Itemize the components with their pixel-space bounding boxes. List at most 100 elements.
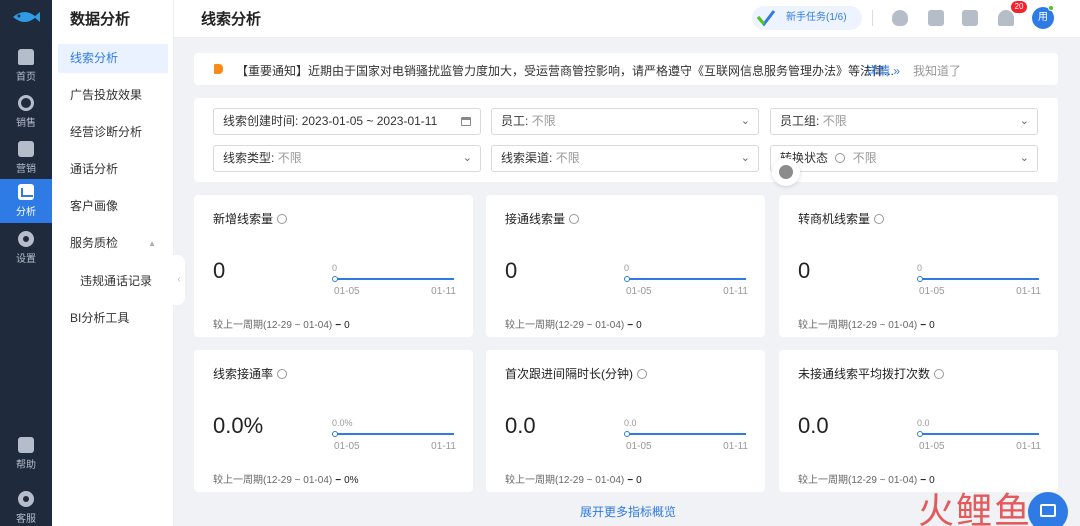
comparison-label: 较上一周期(12-29 ~ 01-04) [213, 320, 333, 331]
novice-task-button[interactable]: 新手任务(1/6) [752, 6, 862, 30]
metric-title-text: 首次跟进间隔时长(分钟) [505, 367, 633, 381]
metric-card: 转商机线索量 0 0 01-05 01-11 较上一周期(12-29 ~ 01-04) −0 [779, 195, 1058, 337]
sidebar-item-bi-tools[interactable]: BI分析工具 [58, 304, 168, 333]
sidebar-item-lead-analysis[interactable]: 线索分析 [58, 44, 168, 73]
sidebar-item-label: 广告投放效果 [70, 88, 143, 102]
calendar-icon [461, 117, 471, 126]
trend-x-start: 01-05 [626, 286, 652, 297]
metric-value: 0 [505, 258, 518, 283]
help-icon[interactable] [277, 369, 288, 379]
trend-x-start: 01-05 [334, 286, 360, 297]
filter-value: 不限 [852, 151, 877, 165]
trend-value-label: 0.0 [917, 418, 930, 428]
metric-value: 0.0 [798, 413, 829, 438]
metric-title: 首次跟进间隔时长(分钟) [505, 365, 647, 382]
online-status-dot [1048, 5, 1054, 11]
metric-title-text: 线索接通率 [213, 367, 274, 381]
comparison-label: 较上一周期(12-29 ~ 01-04) [505, 475, 625, 486]
filter-value: 不限 [555, 151, 580, 165]
rail-item-help[interactable]: 帮助 [0, 432, 52, 476]
comparison-value: 0% [344, 475, 359, 486]
sidebar-item-service-qa[interactable]: 服务质检 ▲ [58, 229, 168, 258]
conversion-status-filter[interactable]: 转换状态 不限 ⌄ [770, 145, 1038, 172]
metric-title-text: 接通线索量 [505, 212, 566, 226]
rail-item-home[interactable]: 首页 [0, 44, 52, 88]
expand-more-metrics-link[interactable]: 展开更多指标概览 [580, 503, 676, 520]
trend-x-start: 01-05 [626, 441, 652, 452]
trend-line [334, 278, 454, 280]
filter-value: 2023-01-05 ~ 2023-01-11 [301, 114, 438, 128]
sidebar-item-label: 线索分析 [70, 51, 119, 65]
sidebar-item-label: 违规通话记录 [80, 274, 153, 288]
metric-title: 线索接通率 [213, 365, 288, 382]
lead-type-filter[interactable]: 线索类型: 不限 ⌄ [213, 145, 481, 172]
notification-count-badge: 20 [1011, 1, 1027, 13]
chat-support-button[interactable] [1028, 492, 1068, 526]
chat-icon [1040, 504, 1056, 517]
comparison-label: 较上一周期(12-29 ~ 01-04) [505, 320, 625, 331]
trend-value-label: 0 [332, 263, 338, 273]
help-icon[interactable] [934, 369, 945, 379]
sidebar-item-customer-profile[interactable]: 客户画像 [58, 192, 168, 221]
sidebar-item-violation-calls[interactable]: 违规通话记录 [58, 267, 168, 296]
lightbulb-icon[interactable] [892, 10, 908, 26]
notice-dismiss-button[interactable]: 我知道了 [913, 62, 961, 79]
rail-item-service[interactable]: 客服 [0, 486, 52, 526]
trend-value-label: 0 [624, 263, 630, 273]
book-icon [18, 437, 34, 453]
folder-icon[interactable] [962, 10, 978, 26]
sidebar-item-label: BI分析工具 [70, 311, 130, 325]
metric-card: 线索接通率 0.0% 0.0% 01-05 01-11 较上一周期(12-29 ~ 01-… [194, 350, 473, 492]
rail-item-label: 分析 [16, 207, 36, 218]
metric-title: 接通线索量 [505, 210, 580, 227]
sidebar-collapse-handle[interactable]: ‹ [173, 255, 185, 305]
trend-x-end: 01-11 [431, 286, 456, 297]
rail-item-analysis[interactable]: 分析 [0, 179, 52, 223]
trend-point [917, 431, 923, 437]
filter-label: 员工组: [780, 114, 820, 128]
clipboard-check-icon[interactable] [928, 10, 944, 26]
help-icon[interactable] [637, 369, 647, 379]
rail-item-settings[interactable]: 设置 [0, 226, 52, 270]
rail-item-sales[interactable]: 销售 [0, 90, 52, 134]
trend-line [626, 433, 746, 435]
bell-icon[interactable] [998, 10, 1014, 26]
filter-value: 不限 [531, 114, 556, 128]
trend-value-label: 0 [917, 263, 923, 273]
metric-title-text: 未接通线索平均拨打次数 [798, 367, 931, 381]
help-icon[interactable] [874, 214, 885, 224]
employee-group-filter[interactable]: 员工组: 不限 ⌄ [770, 108, 1038, 135]
metric-comparison: 较上一周期(12-29 ~ 01-04) −0 [505, 471, 642, 486]
sidebar-item-ad-performance[interactable]: 广告投放效果 [58, 81, 168, 110]
metric-trend-chart: 0 01-05 01-11 [624, 263, 748, 301]
comparison-value: 0 [929, 320, 935, 331]
metric-value: 0.0 [505, 413, 536, 438]
metric-comparison: 较上一周期(12-29 ~ 01-04) −0 [798, 316, 935, 331]
comparison-value: 0 [636, 475, 642, 486]
help-icon[interactable] [277, 214, 288, 224]
trend-point [624, 431, 630, 437]
app-rail: 首页 销售 营销 分析 设置 帮助 客服 [0, 0, 52, 526]
lead-channel-filter[interactable]: 线索渠道: 不限 ⌄ [491, 145, 759, 172]
sidebar-item-call-analysis[interactable]: 通话分析 [58, 155, 168, 184]
employee-filter[interactable]: 员工: 不限 ⌄ [491, 108, 759, 135]
filter-value: 不限 [822, 114, 847, 128]
trend-line [334, 433, 454, 435]
notice-bar: 【重要通知】近期由于国家对电销骚扰监管力度加大，受运营商管控影响，请严格遵守《互… [194, 53, 1058, 85]
date-range-filter[interactable]: 线索创建时间: 2023-01-05 ~ 2023-01-11 [213, 108, 481, 135]
metric-comparison: 较上一周期(12-29 ~ 01-04) −0 [505, 316, 642, 331]
rail-item-marketing[interactable]: 营销 [0, 136, 52, 180]
floating-call-button[interactable] [772, 158, 800, 186]
sidebar-item-label: 经营诊断分析 [70, 125, 143, 139]
phone-icon [779, 165, 793, 179]
top-header: 线索分析 新手任务(1/6) 20 用 [174, 0, 1080, 38]
chevron-down-icon: ⌄ [740, 115, 750, 127]
filter-label: 线索渠道: [501, 151, 553, 165]
dash-icon: − [627, 475, 634, 486]
sidebar-item-business-diagnosis[interactable]: 经营诊断分析 [58, 118, 168, 147]
help-icon[interactable] [569, 214, 580, 224]
notice-detail-link[interactable]: 详情 » [866, 62, 900, 79]
watermark-logo: 火鲤鱼 [918, 491, 1033, 526]
trend-x-end: 01-11 [1016, 286, 1041, 297]
comparison-value: 0 [636, 320, 642, 331]
